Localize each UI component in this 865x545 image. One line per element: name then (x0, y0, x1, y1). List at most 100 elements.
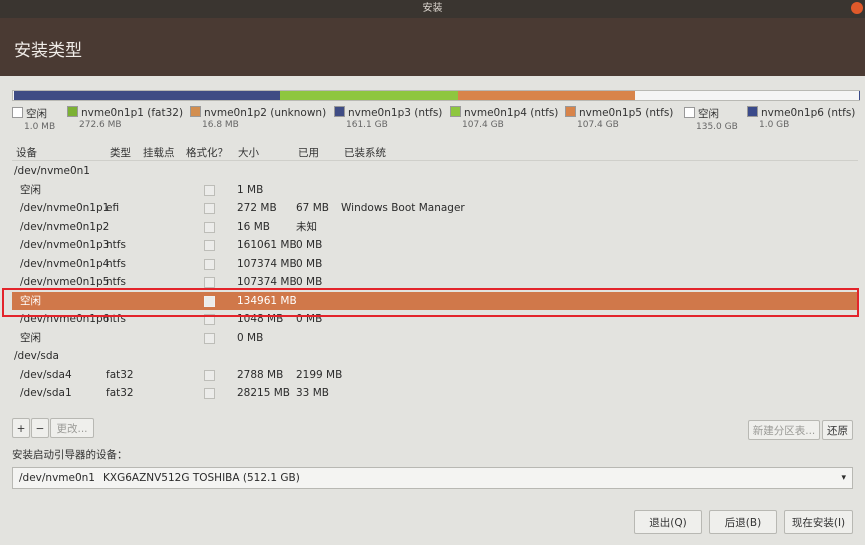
legend-size: 107.4 GB (577, 120, 619, 130)
legend-name: nvme0n1p5 (ntfs) (579, 107, 674, 119)
close-window-button[interactable] (851, 2, 863, 14)
remove-partition-button[interactable]: − (31, 418, 49, 438)
column-type[interactable]: 类型 (110, 145, 131, 160)
table-row[interactable]: /dev/nvme0n1p3 ntfs 161061 MB 0 MB (12, 236, 858, 254)
main-content: 空闲 1.0 MB nvme0n1p1 (fat32) 272.6 MB nvme0n1… (0, 76, 865, 545)
table-row[interactable]: /dev/sda (12, 347, 858, 365)
cell-device: /dev/nvme0n1 (14, 165, 90, 177)
legend-size: 107.4 GB (462, 120, 504, 130)
boot-loader-select[interactable]: /dev/nvme0n1 KXG6AZNV512G TOSHIBA (512.1… (12, 467, 853, 489)
cell-size: 1 MB (237, 183, 264, 196)
legend-item: nvme0n1p3 (ntfs) 161.1 GB (334, 106, 442, 130)
cell-size: 28215 MB (237, 387, 291, 399)
column-mount[interactable]: 挂载点 (143, 145, 175, 160)
legend-swatch (190, 106, 201, 117)
window-titlebar: 安装 (0, 0, 865, 18)
change-partition-button[interactable]: 更改... (50, 418, 94, 438)
legend-size: 272.6 MB (79, 120, 122, 130)
format-checkbox[interactable] (204, 258, 215, 270)
format-checkbox[interactable] (204, 332, 215, 344)
table-row[interactable]: 空闲 0 MB (12, 329, 858, 347)
window-title: 安装 (422, 3, 443, 14)
legend-name: nvme0n1p6 (ntfs) (761, 107, 856, 119)
cell-used: 33 MB (296, 387, 329, 399)
cell-used: 0 MB (296, 239, 323, 251)
cell-size: 272 MB (237, 202, 277, 214)
cell-device: /dev/sda1 (20, 387, 72, 399)
table-row[interactable]: 空闲 1 MB (12, 181, 858, 199)
legend-item: 空闲 135.0 GB (684, 106, 738, 132)
install-now-button[interactable]: 现在安装(I) (784, 510, 853, 534)
legend-item: nvme0n1p5 (ntfs) 107.4 GB (565, 106, 673, 130)
format-checkbox[interactable] (204, 221, 215, 233)
cell-device: /dev/sda (14, 350, 59, 362)
partition-usage-bar (12, 90, 860, 101)
legend-name: nvme0n1p2 (unknown) (204, 107, 327, 119)
cell-used: 0 MB (296, 257, 323, 270)
format-checkbox[interactable] (204, 369, 215, 381)
boot-loader-label: 安装启动引导器的设备： (12, 449, 128, 461)
table-row[interactable]: /dev/sda1 fat32 28215 MB 33 MB (12, 384, 858, 402)
legend-size: 1.0 MB (24, 122, 56, 132)
cell-device: /dev/nvme0n1p1 (20, 202, 110, 214)
legend-size: 16.8 MB (202, 120, 239, 130)
quit-button[interactable]: 退出(Q) (634, 510, 702, 534)
cell-size: 107374 MB (237, 257, 297, 270)
legend-name: nvme0n1p4 (ntfs) (464, 107, 559, 119)
legend-name: 空闲 (26, 108, 47, 120)
column-device[interactable]: 设备 (16, 145, 37, 160)
table-row[interactable]: /dev/sda4 fat32 2788 MB 2199 MB (12, 366, 858, 384)
cell-size: 2788 MB (237, 368, 284, 381)
legend-swatch (450, 106, 461, 117)
cell-size: 161061 MB (237, 239, 297, 251)
cell-size: 16 MB (237, 220, 270, 233)
page-header: 安装类型 (0, 18, 865, 76)
legend-size: 161.1 GB (346, 120, 388, 130)
table-row[interactable]: /dev/nvme0n1p1 efi 272 MB 67 MB Windows Boot… (12, 199, 858, 217)
legend-swatch (747, 106, 758, 117)
legend-name: nvme0n1p3 (ntfs) (348, 107, 443, 119)
legend-item: nvme0n1p2 (unknown) 16.8 MB (190, 106, 326, 130)
partition-table[interactable]: 设备 类型 挂载点 格式化？ 大小 已用 已装系统 /dev/nvme0n1 空闲… (12, 140, 858, 410)
format-checkbox[interactable] (204, 184, 215, 196)
cell-system: Windows Boot Manager (341, 202, 465, 214)
boot-device-value: /dev/nvme0n1 (19, 472, 95, 484)
table-row[interactable]: /dev/nvme0n1p2 16 MB 未知 (12, 218, 858, 236)
legend-swatch (334, 106, 345, 117)
column-size[interactable]: 大小 (238, 145, 259, 160)
legend-size: 1.0 GB (759, 120, 790, 130)
table-row[interactable]: /dev/nvme0n1p4 ntfs 107374 MB 0 MB (12, 255, 858, 273)
legend-item: nvme0n1p1 (fat32) 272.6 MB (67, 106, 183, 130)
cell-size: 0 MB (237, 331, 264, 344)
legend-swatch (67, 106, 78, 117)
legend-swatch (684, 107, 695, 118)
cell-type: fat32 (106, 368, 134, 381)
format-checkbox[interactable] (204, 388, 215, 399)
cell-device: /dev/sda4 (20, 368, 72, 381)
column-format[interactable]: 格式化？ (186, 145, 228, 160)
back-button[interactable]: 后退(B) (709, 510, 777, 534)
partition-bar-segment (279, 91, 458, 100)
partition-bar-segment (457, 91, 636, 100)
add-partition-button[interactable]: + (12, 418, 30, 438)
revert-button[interactable]: 还原 (822, 420, 853, 440)
format-checkbox[interactable] (204, 277, 215, 288)
cell-type: ntfs (106, 257, 126, 270)
cell-type: efi (106, 202, 120, 214)
column-system[interactable]: 已装系统 (344, 145, 386, 160)
selection-highlight-box (2, 288, 859, 317)
cell-type: fat32 (106, 387, 134, 399)
table-header: 设备 类型 挂载点 格式化？ 大小 已用 已装系统 (12, 140, 858, 161)
column-used[interactable]: 已用 (298, 145, 319, 160)
cell-used: 67 MB (296, 202, 329, 214)
table-row[interactable]: /dev/nvme0n1 (12, 162, 858, 180)
format-checkbox[interactable] (204, 203, 215, 214)
cell-device: /dev/nvme0n1p3 (20, 239, 110, 251)
legend-size: 135.0 GB (696, 122, 738, 132)
boot-device-model: KXG6AZNV512G TOSHIBA (512.1 GB) (103, 472, 300, 484)
legend-name: nvme0n1p1 (fat32) (81, 107, 184, 119)
format-checkbox[interactable] (204, 240, 215, 251)
new-partition-table-button[interactable]: 新建分区表... (748, 420, 820, 440)
legend-swatch (12, 107, 23, 118)
legend-item: 空闲 1.0 MB (12, 106, 55, 132)
